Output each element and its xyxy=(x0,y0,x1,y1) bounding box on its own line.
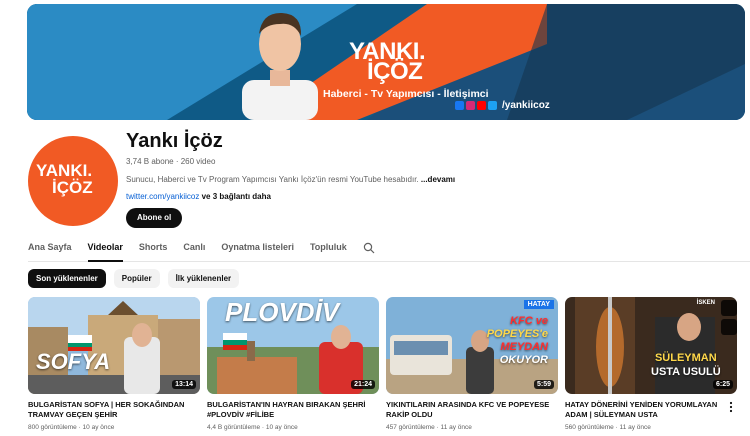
channel-avatar[interactable]: YANKI. İÇÖZ xyxy=(28,136,118,226)
channel-banner: YANKI. İÇÖZ Haberci - Tv Yapımcısı - İle… xyxy=(27,4,745,120)
chip-latest[interactable]: Son yüklenenler xyxy=(28,269,106,288)
chip-popular[interactable]: Popüler xyxy=(113,269,160,288)
thumbnail-image xyxy=(565,297,737,394)
description-more-link[interactable]: ...devamı xyxy=(421,175,455,184)
channel-tabs: Ana Sayfa Videolar Shorts Canlı Oynatma … xyxy=(28,238,750,262)
tab-live[interactable]: Canlı xyxy=(183,238,205,262)
video-meta: 457 görüntüleme · 11 ay önce xyxy=(386,424,472,431)
video-card[interactable]: SOFYA 13:14 BULGARİSTAN SOFYA | HER SOKA… xyxy=(28,297,200,431)
overlay-line: SÜLEYMAN xyxy=(654,352,717,364)
tab-videos[interactable]: Videolar xyxy=(87,238,123,262)
overlay-line: USTA USULÜ xyxy=(651,366,721,378)
video-card[interactable]: PLOVDİV 21:24 BULGARİSTAN'IN HAYRAN BIRA… xyxy=(207,297,379,431)
video-meta: 4,4 B görüntüleme · 10 ay önce xyxy=(207,424,298,431)
video-grid: SOFYA 13:14 BULGARİSTAN SOFYA | HER SOKA… xyxy=(28,297,750,436)
channel-description[interactable]: Sunucu, Haberci ve Tv Program Yapımcısı … xyxy=(126,175,455,184)
video-meta: 560 görüntüleme · 11 ay önce xyxy=(565,424,651,431)
channel-description-text: Sunucu, Haberci ve Tv Program Yapımcısı … xyxy=(126,175,419,184)
overlay-line: MEYDAN xyxy=(500,341,548,353)
video-meta: 800 görüntüleme · 10 ay önce xyxy=(28,424,115,431)
channel-links: twitter.com/yankiicoz ve 3 bağlantı daha xyxy=(126,192,271,201)
video-thumbnail[interactable]: İSKEN SÜLEYMAN USTA USULÜ 6:25 xyxy=(565,297,737,394)
thumbnail-overlay-text: SÜLEYMAN USTA USULÜ xyxy=(651,351,721,379)
subscribe-button[interactable]: Abone ol xyxy=(126,208,183,228)
more-links-button[interactable]: ve 3 bağlantı daha xyxy=(202,192,271,201)
watch-later-icon[interactable] xyxy=(721,300,737,316)
banner-social: /yankiicoz xyxy=(455,100,550,111)
video-title[interactable]: BULGARİSTAN'IN HAYRAN BIRAKAN ŞEHRİ #PLO… xyxy=(207,400,379,420)
instagram-icon xyxy=(466,101,475,110)
facebook-icon xyxy=(455,101,464,110)
search-icon[interactable] xyxy=(363,242,375,254)
add-to-queue-icon[interactable] xyxy=(721,319,737,335)
avatar-logo-line1: YANKI. xyxy=(36,161,93,180)
video-card[interactable]: İSKEN SÜLEYMAN USTA USULÜ 6:25 HATAY DÖN… xyxy=(565,297,737,431)
presenter-photo xyxy=(242,12,318,120)
banner-logo: YANKI. İÇÖZ xyxy=(349,40,426,85)
channel-name: Yankı İçöz xyxy=(126,130,223,152)
video-thumbnail[interactable]: PLOVDİV 21:24 xyxy=(207,297,379,394)
thumbnail-overlay-text: PLOVDİV xyxy=(225,297,340,327)
avatar-logo: YANKI. İÇÖZ xyxy=(36,162,93,196)
banner-handle: /yankiicoz xyxy=(502,100,550,111)
chip-oldest[interactable]: İlk yüklenenler xyxy=(167,269,240,288)
video-title[interactable]: HATAY DÖNERİNİ YENİDEN YORUMLAYAN ADAM |… xyxy=(565,400,737,420)
video-duration: 13:14 xyxy=(172,380,196,389)
thumbnail-tag: İSKEN xyxy=(696,300,715,306)
twitter-icon xyxy=(488,101,497,110)
tab-community[interactable]: Topluluk xyxy=(310,238,347,262)
video-thumbnail[interactable]: SOFYA 13:14 xyxy=(28,297,200,394)
thumbnail-tag: HATAY xyxy=(523,300,554,309)
tab-home[interactable]: Ana Sayfa xyxy=(28,238,72,262)
thumbnail-overlay-text: KFC ve POPEYES'e MEYDAN OKUYOR xyxy=(487,315,548,367)
channel-meta: 3,74 B abone · 260 video xyxy=(126,157,216,166)
overlay-line: KFC ve xyxy=(510,315,548,327)
thumbnail-overlay-text: SOFYA xyxy=(36,349,111,374)
video-title[interactable]: YIKINTILARIN ARASINDA KFC VE POPEYESE RA… xyxy=(386,400,558,420)
twitter-link[interactable]: twitter.com/yankiicoz xyxy=(126,192,199,201)
overlay-line: POPEYES'e xyxy=(486,328,548,340)
thumbnail-side-icons xyxy=(721,300,737,335)
overlay-line: OKUYOR xyxy=(499,354,548,366)
video-duration: 21:24 xyxy=(351,380,375,389)
youtube-icon xyxy=(477,101,486,110)
banner-tagline: Haberci - Tv Yapımcısı - İletişimci xyxy=(323,88,489,100)
more-actions-icon[interactable] xyxy=(728,401,734,413)
video-title[interactable]: BULGARİSTAN SOFYA | HER SOKAĞINDAN TRAMV… xyxy=(28,400,200,420)
video-card[interactable]: HATAY KFC ve POPEYES'e MEYDAN OKUYOR 5:5… xyxy=(386,297,558,431)
sort-chips: Son yüklenenler Popüler İlk yüklenenler xyxy=(28,269,240,288)
video-thumbnail[interactable]: HATAY KFC ve POPEYES'e MEYDAN OKUYOR 5:5… xyxy=(386,297,558,394)
tab-shorts[interactable]: Shorts xyxy=(139,238,168,262)
tab-playlists[interactable]: Oynatma listeleri xyxy=(221,238,294,262)
avatar-logo-line2: İÇÖZ xyxy=(52,178,93,197)
banner-logo-line2: İÇÖZ xyxy=(367,58,423,85)
video-duration: 5:59 xyxy=(533,380,554,389)
video-duration: 6:25 xyxy=(712,380,733,389)
